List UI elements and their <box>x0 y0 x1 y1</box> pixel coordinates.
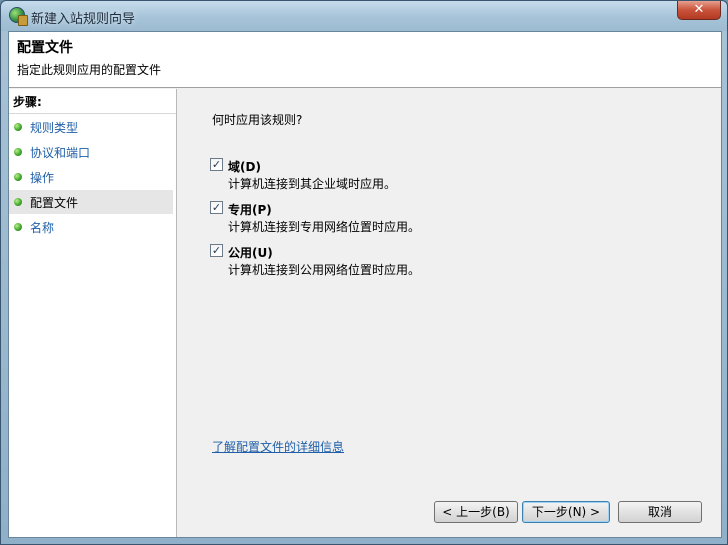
step-protocol-and-ports[interactable]: 协议和端口 <box>9 140 173 164</box>
option-description: 计算机连接到公用网络位置时应用。 <box>228 263 421 277</box>
step-status-dot-icon <box>14 148 22 156</box>
cancel-button[interactable]: 取消 <box>618 501 702 523</box>
window-title: 新建入站规则向导 <box>31 12 136 27</box>
steps-heading: 步骤: <box>13 95 42 109</box>
wizard-window: 新建入站规则向导 ✕ 配置文件 指定此规则应用的配置文件 步骤: 规则类型 协议… <box>0 0 728 545</box>
step-profile: 配置文件 <box>9 190 173 214</box>
title-bar[interactable]: 新建入站规则向导 ✕ <box>1 1 727 31</box>
step-status-dot-icon <box>14 198 22 206</box>
private-checkbox[interactable]: ✓ <box>210 201 223 214</box>
option-label: 专用(P) <box>228 203 272 217</box>
step-label: 名称 <box>30 221 55 235</box>
steps-divider <box>9 113 176 114</box>
option-private[interactable]: ✓ 专用(P) 计算机连接到专用网络位置时应用。 <box>210 199 610 235</box>
step-label: 协议和端口 <box>30 146 91 160</box>
main-content: 何时应用该规则? ✓ 域(D) 计算机连接到其企业域时应用。 ✓ 专用(P) 计… <box>178 89 721 537</box>
steps-sidebar: 步骤: 规则类型 协议和端口 操作 配置文件 名称 <box>9 89 177 537</box>
step-rule-type[interactable]: 规则类型 <box>9 115 173 139</box>
option-public[interactable]: ✓ 公用(U) 计算机连接到公用网络位置时应用。 <box>210 242 610 278</box>
option-label: 域(D) <box>228 160 261 174</box>
close-button[interactable]: ✕ <box>677 1 721 20</box>
step-status-dot-icon <box>14 223 22 231</box>
step-name[interactable]: 名称 <box>9 215 173 239</box>
back-button[interactable]: < 上一步(B) <box>434 501 518 523</box>
step-label: 操作 <box>30 171 55 185</box>
question-text: 何时应用该规则? <box>212 113 303 127</box>
page-title: 配置文件 <box>17 40 73 56</box>
option-description: 计算机连接到其企业域时应用。 <box>228 177 397 191</box>
public-checkbox[interactable]: ✓ <box>210 244 223 257</box>
step-status-dot-icon <box>14 123 22 131</box>
step-label: 配置文件 <box>30 196 79 210</box>
next-button[interactable]: 下一步(N) > <box>522 501 610 523</box>
page-header: 配置文件 指定此规则应用的配置文件 <box>9 32 721 88</box>
option-description: 计算机连接到专用网络位置时应用。 <box>228 220 421 234</box>
learn-more-link[interactable]: 了解配置文件的详细信息 <box>212 438 344 455</box>
option-label: 公用(U) <box>228 246 273 260</box>
domain-checkbox[interactable]: ✓ <box>210 158 223 171</box>
page-subtitle: 指定此规则应用的配置文件 <box>17 63 162 77</box>
step-status-dot-icon <box>14 173 22 181</box>
dialog-client-area: 配置文件 指定此规则应用的配置文件 步骤: 规则类型 协议和端口 操作 配置文件 <box>8 31 722 538</box>
step-label: 规则类型 <box>30 121 79 135</box>
option-domain[interactable]: ✓ 域(D) 计算机连接到其企业域时应用。 <box>210 156 610 192</box>
step-action[interactable]: 操作 <box>9 165 173 189</box>
firewall-app-icon <box>9 7 28 26</box>
